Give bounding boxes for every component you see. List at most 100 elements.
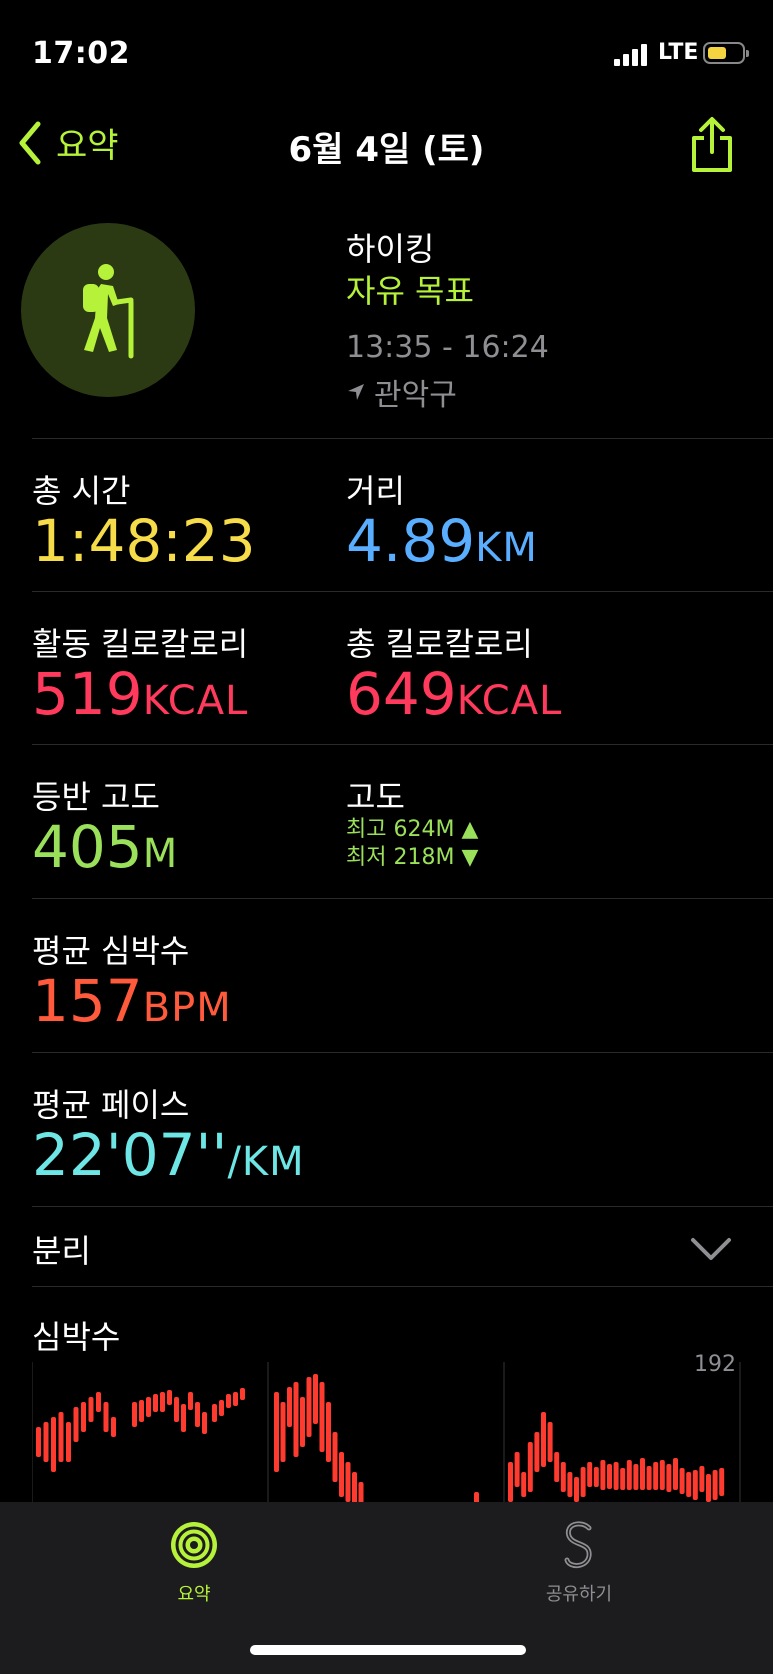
sharing-icon: [564, 1521, 592, 1568]
heart-rate-bar: [646, 1466, 652, 1490]
heart-rate-bar: [508, 1462, 513, 1502]
heart-rate-bar: [103, 1402, 109, 1432]
heart-rate-bar: [167, 1390, 172, 1405]
heart-rate-bars: [36, 1374, 725, 1502]
heart-rate-bar: [81, 1402, 86, 1432]
divider: [32, 591, 773, 592]
divider: [32, 438, 773, 439]
battery-icon: [703, 42, 749, 64]
heart-rate-bar: [96, 1392, 101, 1412]
heart-rate-bar: [58, 1412, 64, 1462]
elevation-gain-label: 등반 고도: [32, 778, 160, 816]
heart-rate-bar: [181, 1404, 186, 1432]
total-time-label: 총 시간: [32, 472, 131, 510]
heart-rate-bar: [560, 1462, 566, 1492]
elevation-gain-value: 405M: [32, 813, 179, 881]
heart-rate-bar: [719, 1468, 725, 1496]
chevron-down-icon[interactable]: [690, 1236, 732, 1262]
heart-rate-bar: [274, 1392, 279, 1472]
heart-rate-bar: [36, 1427, 41, 1457]
heart-rate-bar: [567, 1472, 573, 1497]
total-calories-label: 총 킬로칼로리: [346, 625, 533, 663]
heart-rate-bar: [633, 1464, 639, 1490]
tab-sharing[interactable]: 공유하기: [479, 1520, 679, 1606]
activity-rings-icon: [171, 1522, 217, 1568]
page-title: 6월 4일 (토): [288, 130, 485, 170]
heart-rate-bar: [345, 1462, 351, 1502]
heart-rate-bar: [587, 1462, 593, 1487]
heart-rate-bar: [699, 1466, 705, 1492]
heart-rate-bar: [226, 1394, 231, 1408]
heart-rate-section-label: 심박수: [32, 1318, 121, 1356]
divider: [32, 744, 773, 745]
heart-rate-bar: [574, 1477, 579, 1502]
heart-rate-bar: [527, 1442, 533, 1492]
elevation-range: 최고 624M ▲ 최저 218M ▼: [346, 816, 478, 872]
heart-rate-bar: [607, 1464, 612, 1489]
avg-heart-rate-value: 157BPM: [32, 967, 232, 1035]
heart-rate-bar: [212, 1404, 217, 1422]
heart-rate-bar: [332, 1432, 338, 1482]
location-arrow-icon: [348, 384, 364, 400]
heart-rate-bar: [174, 1397, 179, 1422]
heart-rate-bar: [88, 1397, 94, 1422]
home-indicator: [250, 1645, 526, 1655]
heart-rate-bar: [521, 1472, 527, 1497]
avg-pace-value: 22'07''/KM: [32, 1121, 305, 1189]
heart-rate-bar: [139, 1400, 144, 1422]
heart-rate-bar: [659, 1460, 665, 1490]
heart-rate-bar: [306, 1377, 312, 1437]
heart-rate-bar: [600, 1460, 606, 1490]
total-calories-value: 649KCAL: [346, 660, 563, 728]
heart-rate-bar: [593, 1467, 599, 1487]
heart-rate-bar: [626, 1460, 632, 1490]
divider: [32, 1052, 773, 1053]
heart-rate-bar: [358, 1482, 364, 1502]
workout-location: 관악구: [346, 370, 457, 414]
heart-rate-bar: [111, 1417, 116, 1437]
cellular-signal-icon: [614, 44, 647, 66]
heart-rate-bar: [514, 1452, 520, 1487]
heart-rate-bar: [43, 1422, 49, 1462]
heart-rate-bar: [666, 1464, 672, 1492]
splits-row[interactable]: 분리: [32, 1226, 91, 1272]
heart-rate-bar: [153, 1394, 158, 1412]
tab-summary[interactable]: 요약: [94, 1520, 294, 1606]
heart-rate-bar: [326, 1402, 331, 1462]
heart-rate-bar: [240, 1388, 245, 1400]
elevation-label: 고도: [346, 778, 405, 816]
heart-rate-bar: [640, 1458, 645, 1490]
workout-goal: 자유 목표: [346, 272, 474, 310]
heart-rate-bar: [352, 1472, 357, 1502]
status-time: 17:02: [32, 36, 130, 71]
heart-rate-bar: [653, 1462, 659, 1490]
activity-badge: [21, 223, 195, 397]
distance-label: 거리: [346, 472, 405, 510]
heart-rate-bar: [146, 1397, 151, 1417]
heart-rate-bar: [692, 1470, 698, 1500]
heart-rate-bar: [686, 1472, 692, 1497]
share-icon[interactable]: [688, 116, 736, 174]
heart-rate-bar: [620, 1468, 626, 1490]
heart-rate-bar: [202, 1412, 207, 1434]
heart-rate-bar: [319, 1382, 325, 1452]
heart-rate-bar: [613, 1462, 619, 1490]
heart-rate-bar: [712, 1470, 718, 1500]
workout-type: 하이킹: [346, 230, 435, 268]
heart-rate-bar: [132, 1402, 137, 1427]
workout-time-range: 13:35 - 16:24: [346, 330, 549, 365]
active-calories-value: 519KCAL: [32, 660, 249, 728]
hiking-icon: [83, 264, 134, 359]
location-label: 관악구: [374, 378, 457, 413]
heart-rate-bar: [534, 1432, 540, 1472]
tab-summary-label: 요약: [177, 1584, 211, 1605]
heart-rate-bar: [474, 1492, 479, 1502]
active-calories-label: 활동 킬로칼로리: [32, 625, 249, 663]
avg-pace-label: 평균 페이스: [32, 1086, 190, 1124]
heart-rate-bar: [580, 1467, 586, 1497]
divider: [32, 1286, 773, 1287]
heart-rate-bar: [233, 1392, 238, 1406]
heart-rate-bar: [300, 1397, 305, 1447]
heart-rate-bar: [339, 1452, 344, 1497]
heart-rate-bar: [547, 1422, 553, 1462]
